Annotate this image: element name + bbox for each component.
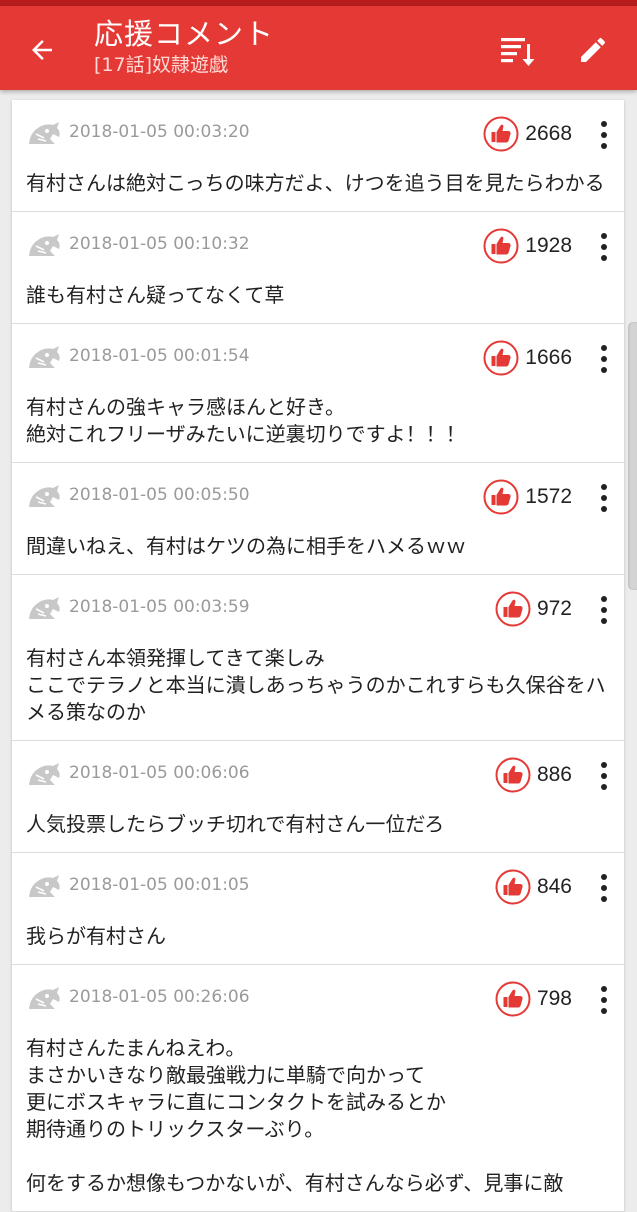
- comment-text: 我らが有村さん: [26, 924, 166, 948]
- thumbs-up-icon: [483, 228, 519, 264]
- comment-item: 2018-01-05 00:26:06 798 有村さんたまんねえわ。 まさかい…: [12, 965, 624, 1212]
- comment-item: 2018-01-05 00:03:59 972 有村さん本領発揮してきて楽しみ …: [12, 575, 624, 741]
- more-vertical-icon: [601, 121, 607, 149]
- more-vertical-icon: [601, 345, 607, 373]
- like-button[interactable]: 1928: [483, 227, 572, 265]
- thumbs-up-icon: [483, 479, 519, 515]
- more-options-button[interactable]: [592, 983, 616, 1017]
- arrow-left-icon: [32, 40, 52, 60]
- anonymous-avatar-icon: [29, 875, 60, 897]
- like-button[interactable]: 846: [495, 868, 572, 906]
- comment-item: 2018-01-05 00:03:20 2668 有村さんは絶対こっちの味方だよ…: [12, 100, 624, 212]
- more-vertical-icon: [601, 233, 607, 261]
- like-count: 1928: [525, 234, 572, 257]
- more-options-button[interactable]: [592, 871, 616, 905]
- comment-timestamp: 2018-01-05 00:01:05: [69, 875, 250, 895]
- anonymous-avatar-icon: [29, 485, 60, 507]
- comment-timestamp: 2018-01-05 00:26:06: [69, 987, 250, 1007]
- thumbs-up-icon: [483, 116, 519, 152]
- like-button[interactable]: 886: [495, 756, 572, 794]
- sort-icon: [501, 38, 535, 66]
- comment-header: 2018-01-05 00:06:06 886: [12, 741, 624, 811]
- more-options-button[interactable]: [592, 230, 616, 264]
- comment-header: 2018-01-05 00:10:32 1928: [12, 212, 624, 282]
- comment-text: 誰も有村さん疑ってなくて草: [26, 283, 285, 307]
- like-button[interactable]: 2668: [483, 115, 572, 153]
- thumbs-up-icon: [495, 757, 531, 793]
- comment-text: 有村さんたまんねえわ。 まさかいきなり敵最強戦力に単騎で向かって 更にボスキャラ…: [26, 1036, 564, 1195]
- comment-text: 有村さんの強キャラ感ほんと好き。 絶対これフリーザみたいに逆裏切りですよ！！！: [26, 395, 466, 446]
- app-bar: 応援コメント [17話]奴隷遊戯: [0, 6, 637, 90]
- comment-timestamp: 2018-01-05 00:01:54: [69, 346, 250, 366]
- like-count: 886: [536, 763, 572, 786]
- comment-header: 2018-01-05 00:03:59 972: [12, 575, 624, 645]
- like-button[interactable]: 1666: [483, 339, 572, 377]
- like-button[interactable]: 798: [495, 980, 572, 1018]
- more-vertical-icon: [601, 762, 607, 790]
- comment-timestamp: 2018-01-05 00:10:32: [69, 234, 250, 254]
- anonymous-avatar-icon: [29, 597, 60, 619]
- episode-subtitle: [17話]奴隷遊戯: [94, 54, 229, 76]
- anonymous-avatar-icon: [29, 763, 60, 785]
- anonymous-avatar-icon: [29, 346, 60, 368]
- like-count: 972: [536, 597, 572, 620]
- pencil-icon: [581, 37, 606, 62]
- comment-text: 人気投票したらブッチ切れで有村さん一位だろ: [26, 812, 445, 836]
- comment-item: 2018-01-05 00:01:05 846 我らが有村さん: [12, 853, 624, 965]
- more-vertical-icon: [601, 986, 607, 1014]
- comment-timestamp: 2018-01-05 00:06:06: [69, 763, 250, 783]
- thumbs-up-icon: [483, 340, 519, 376]
- more-options-button[interactable]: [592, 481, 616, 515]
- scrollbar-thumb[interactable]: [628, 322, 637, 590]
- more-vertical-icon: [601, 874, 607, 902]
- thumbs-up-icon: [495, 981, 531, 1017]
- comment-timestamp: 2018-01-05 00:03:20: [69, 122, 250, 142]
- more-vertical-icon: [601, 484, 607, 512]
- comment-header: 2018-01-05 00:26:06 798: [12, 965, 624, 1035]
- thumbs-up-icon: [495, 591, 531, 627]
- comment-list: 2018-01-05 00:03:20 2668 有村さんは絶対こっちの味方だよ…: [12, 100, 624, 1212]
- page-title: 応援コメント: [94, 17, 275, 51]
- like-count: 1572: [525, 485, 572, 508]
- comment-timestamp: 2018-01-05 00:05:50: [69, 485, 250, 505]
- more-options-button[interactable]: [592, 342, 616, 376]
- comment-text: 有村さんは絶対こっちの味方だよ、けつを追う目を見たらわかる: [26, 171, 605, 195]
- anonymous-avatar-icon: [29, 987, 60, 1009]
- more-options-button[interactable]: [592, 593, 616, 627]
- like-button[interactable]: 1572: [483, 478, 572, 516]
- like-count: 798: [536, 987, 572, 1010]
- anonymous-avatar-icon: [29, 234, 60, 256]
- like-count: 1666: [525, 346, 572, 369]
- comment-item: 2018-01-05 00:06:06 886 人気投票したらブッチ切れで有村さ…: [12, 741, 624, 853]
- sort-button[interactable]: [492, 26, 542, 74]
- comment-text: 間違いねえ、有村はケツの為に相手をハメるｗｗ: [26, 534, 466, 558]
- title-block: 応援コメント [17話]奴隷遊戯: [94, 16, 274, 78]
- comment-header: 2018-01-05 00:01:54 1666: [12, 324, 624, 394]
- anonymous-avatar-icon: [29, 122, 60, 144]
- comment-header: 2018-01-05 00:01:05 846: [12, 853, 624, 923]
- like-count: 846: [536, 875, 572, 898]
- more-options-button[interactable]: [592, 118, 616, 152]
- more-vertical-icon: [601, 596, 607, 624]
- like-button[interactable]: 972: [495, 590, 572, 628]
- comment-item: 2018-01-05 00:05:50 1572 間違いねえ、有村はケツの為に相…: [12, 463, 624, 575]
- comment-timestamp: 2018-01-05 00:03:59: [69, 597, 250, 617]
- like-count: 2668: [525, 122, 572, 145]
- comment-header: 2018-01-05 00:05:50 1572: [12, 463, 624, 533]
- more-options-button[interactable]: [592, 759, 616, 793]
- edit-comment-button[interactable]: [568, 26, 618, 74]
- back-button[interactable]: [18, 26, 66, 74]
- comment-text: 有村さん本領発揮してきて楽しみ ここでテラノと本当に潰しあっちゃうのかこれすらも…: [26, 646, 606, 724]
- comment-item: 2018-01-05 00:01:54 1666 有村さんの強キャラ感ほんと好き…: [12, 324, 624, 463]
- comment-item: 2018-01-05 00:10:32 1928 誰も有村さん疑ってなくて草: [12, 212, 624, 324]
- comment-header: 2018-01-05 00:03:20 2668: [12, 100, 624, 170]
- thumbs-up-icon: [495, 869, 531, 905]
